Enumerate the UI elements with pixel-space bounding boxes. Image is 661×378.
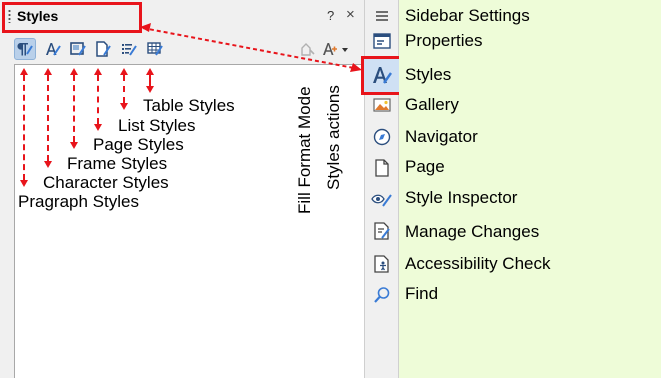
paragraph-styles-button[interactable] [14,38,36,60]
character-styles-icon [46,43,61,56]
tab-page[interactable] [370,156,394,180]
list-styles-button[interactable] [118,38,140,60]
character-styles-button[interactable] [42,38,64,60]
page-styles-icon [96,41,111,57]
properties-icon [373,33,391,49]
paragraph-styles-icon [17,43,33,56]
style-inspector-icon [371,194,392,207]
tab-manage-changes[interactable] [370,219,394,243]
tab-label-gallery: Gallery [405,95,459,114]
title-to-tab-arrow [140,23,362,72]
list-styles-label: List Styles [118,116,196,135]
tab-styles[interactable] [370,63,394,87]
tab-label-accessibility-check: Accessibility Check [405,254,551,273]
tab-label-styles: Styles [405,65,452,84]
frame-styles-button[interactable] [67,38,89,60]
tab-gallery[interactable] [370,93,394,117]
tab-navigator[interactable] [370,125,394,149]
navigator-icon [373,128,391,146]
menu-icon [376,11,388,21]
page-styles-label: Page Styles [93,135,184,154]
tab-accessibility-check[interactable] [370,252,394,276]
page-styles-button[interactable] [92,38,114,60]
styles-icon [373,67,392,84]
styles-actions-label: Styles actions [324,85,343,190]
manage-changes-icon [374,222,390,240]
character-styles-label: Character Styles [43,173,169,192]
tab-properties[interactable] [370,29,394,53]
gallery-icon [373,98,391,112]
tab-label-navigator: Navigator [405,127,478,146]
drag-handle-icon[interactable] [8,9,11,23]
tab-style-inspector[interactable] [370,187,394,211]
deck-title: Styles [17,8,59,24]
accessibility-check-icon [374,255,389,273]
find-icon [374,287,390,303]
paragraph-styles-label: Pragraph Styles [18,192,139,211]
tab-label-style-inspector: Style Inspector [405,188,518,207]
tab-sidebar-settings[interactable] [370,4,394,28]
tab-label-find: Find [405,284,439,303]
table-styles-label: Table Styles [143,96,235,115]
fill-format-mode-label: Fill Format Mode [295,86,314,214]
tab-find[interactable] [370,283,394,307]
list-styles-icon [122,44,137,56]
tab-label-manage-changes: Manage Changes [405,222,540,241]
tab-label-page: Page [405,157,445,176]
frame-styles-icon [70,42,86,56]
frame-styles-label: Frame Styles [67,154,168,173]
page-icon [375,159,389,177]
tab-label-sidebar-settings: Sidebar Settings [405,6,530,25]
tab-label-properties: Properties [405,31,483,50]
